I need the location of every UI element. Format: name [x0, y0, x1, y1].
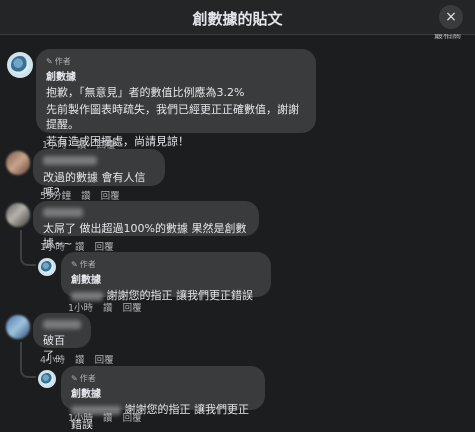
- reply-button[interactable]: 回覆: [95, 352, 114, 366]
- comment-bubble: 改過的數據 會有人信嗎？: [33, 149, 165, 199]
- avatar-page[interactable]: [38, 370, 56, 388]
- avatar-page[interactable]: [38, 258, 56, 276]
- commenter-name-blurred[interactable]: [43, 208, 83, 217]
- reply-button[interactable]: 回覆: [95, 239, 114, 253]
- reply-time: 1小時: [68, 413, 94, 424]
- avatar[interactable]: [6, 203, 30, 227]
- comment-time: 4小時: [40, 355, 66, 366]
- sort-dropdown[interactable]: 最相關: [434, 34, 461, 40]
- reply-time: 1小時: [68, 303, 94, 314]
- like-button[interactable]: 讚: [103, 300, 113, 314]
- comment-actions: 1小時 讚 回覆: [40, 239, 114, 253]
- comment-time: 1小時: [40, 242, 66, 253]
- reply-actions: 1小時 讚 回覆: [68, 410, 142, 424]
- reply-bubble: ✎ 作者 創數據 謝謝您的指正 讓我們更正錯誤: [61, 366, 265, 431]
- reply-button[interactable]: 回覆: [101, 188, 120, 202]
- reply-author[interactable]: 創數據: [71, 273, 261, 288]
- like-button[interactable]: 讚: [81, 188, 91, 202]
- comment-author[interactable]: 創數據: [46, 70, 306, 85]
- author-badge: ✎ 作者: [71, 371, 255, 386]
- reply-author[interactable]: 創數據: [71, 387, 255, 402]
- commenter-name-blurred[interactable]: [43, 320, 81, 329]
- close-button[interactable]: ×: [439, 5, 463, 29]
- comment-bubble: ✎ 作者 創數據 抱歉，「無意見」者的數值比例應為3.2% 先前製作圖表時疏失，…: [36, 49, 316, 148]
- pencil-icon: ✎: [71, 374, 78, 383]
- comment-time: 55分鐘: [40, 191, 72, 202]
- author-badge: ✎ 作者: [46, 54, 306, 69]
- avatar[interactable]: [6, 151, 30, 175]
- thread-connector: [20, 342, 36, 378]
- comment-text-line: 抱歉，「無意見」者的數值比例應為3.2%: [46, 86, 245, 99]
- close-icon: ×: [445, 9, 457, 25]
- like-button[interactable]: 讚: [75, 239, 85, 253]
- avatar-page[interactable]: [7, 52, 33, 78]
- comment-text-line: 先前製作圖表時疏失，我們已經更正正確數值，謝謝提醒。: [46, 103, 299, 131]
- like-button[interactable]: 讚: [103, 410, 113, 424]
- pencil-icon: ✎: [71, 260, 78, 269]
- commenter-name-blurred[interactable]: [43, 156, 97, 165]
- reply-button[interactable]: 回覆: [123, 300, 142, 314]
- author-badge: ✎ 作者: [71, 257, 261, 272]
- reply-button[interactable]: 回覆: [123, 410, 142, 424]
- dialog-header: 創數據的貼文 ×: [0, 0, 475, 35]
- thread-connector: [20, 230, 36, 266]
- avatar[interactable]: [6, 315, 30, 339]
- pencil-icon: ✎: [46, 57, 53, 66]
- comment-actions: 55分鐘 讚 回覆: [40, 188, 120, 202]
- dialog-title: 創數據的貼文: [192, 10, 283, 28]
- comment-actions: 4小時 讚 回覆: [40, 352, 114, 366]
- comment-bubble: 太屌了 做出超過100%的數據 果然是創數據~~: [33, 201, 259, 250]
- reply-bubble: ✎ 作者 創數據 謝謝您的指正 讓我們更正錯誤: [61, 252, 271, 302]
- reply-actions: 1小時 讚 回覆: [68, 300, 142, 314]
- comment-bubble: 破百了..: [33, 313, 91, 362]
- like-button[interactable]: 讚: [75, 352, 85, 366]
